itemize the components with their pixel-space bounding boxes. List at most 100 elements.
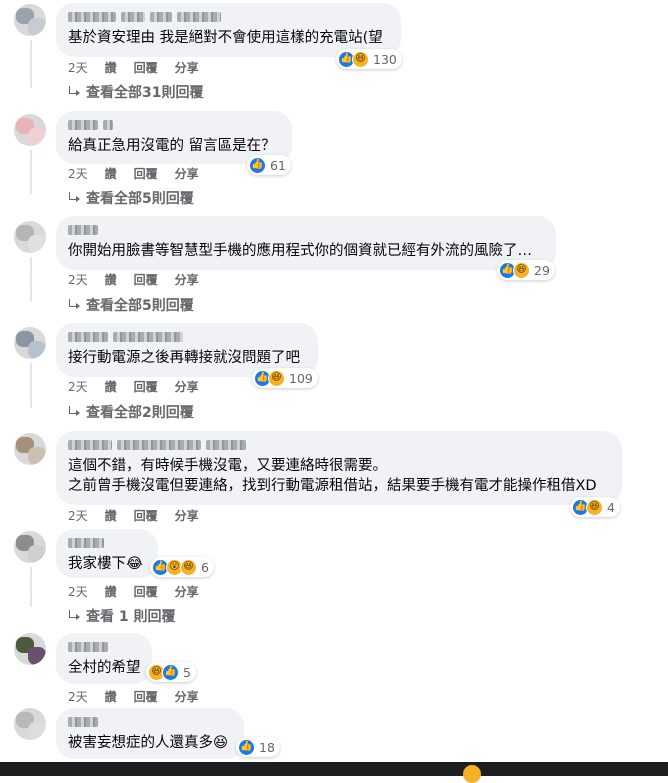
avatar[interactable]: [14, 114, 46, 146]
comment-bubble: 我家樓下😂: [56, 529, 158, 578]
author-name[interactable]: [68, 10, 389, 23]
reaction-emoji-icon[interactable]: [463, 765, 481, 783]
reply-button[interactable]: 回覆: [134, 378, 158, 395]
reaction-summary[interactable]: 👍 😆 130: [336, 49, 402, 69]
author-name[interactable]: [68, 223, 544, 236]
comment-text: 給真正急用沒電的 留言區是在？: [68, 138, 276, 154]
view-replies-link[interactable]: 查看 1 則回覆: [68, 606, 176, 626]
view-replies-link[interactable]: 查看全部2則回覆: [68, 402, 194, 422]
reply-arrow-icon: [68, 610, 80, 622]
like-button[interactable]: 讚: [105, 271, 117, 288]
comment-text: 之前曾手機沒電但要連絡，找到行動電源租借站，結果要手機有電才能操作租借XD: [68, 478, 597, 494]
view-replies-label: 查看全部5則回覆: [86, 298, 194, 314]
avatar[interactable]: [14, 531, 46, 563]
avatar[interactable]: [14, 708, 46, 740]
author-name[interactable]: [68, 330, 306, 343]
reply-arrow-icon: [68, 406, 80, 418]
thread-line: [30, 40, 32, 88]
author-name[interactable]: [68, 715, 232, 728]
reply-arrow-icon: [68, 299, 80, 311]
reaction-summary[interactable]: 👍 18: [236, 737, 280, 757]
reaction-count: 29: [534, 262, 550, 278]
share-button[interactable]: 分享: [175, 271, 199, 288]
like-icon: 👍: [238, 738, 255, 756]
reaction-count: 6: [201, 559, 209, 575]
author-name[interactable]: [68, 536, 146, 549]
comment-actions: 2天 讚 回覆 分享: [68, 688, 199, 705]
reply-button[interactable]: 回覆: [134, 688, 158, 705]
avatar[interactable]: [14, 433, 46, 465]
reaction-summary[interactable]: 👍 61: [247, 155, 291, 175]
reaction-summary[interactable]: 👍 😮 😆 6: [150, 557, 214, 577]
comment-time[interactable]: 2天: [68, 688, 88, 705]
reaction-count: 5: [183, 664, 191, 680]
avatar[interactable]: [14, 4, 46, 36]
reaction-count: 4: [607, 499, 615, 515]
view-replies-label: 查看 1 則回覆: [86, 609, 176, 625]
comment-text: 被害妄想症的人還真多😆: [68, 735, 229, 751]
comment-bubble: 被害妄想症的人還真多😆: [56, 708, 244, 759]
reply-button[interactable]: 回覆: [134, 583, 158, 600]
bottom-bar: [0, 762, 668, 783]
haha-icon: 😆: [352, 50, 369, 68]
like-button[interactable]: 讚: [105, 507, 117, 524]
view-replies-link[interactable]: 查看全部31則回覆: [68, 82, 203, 102]
like-button[interactable]: 讚: [105, 59, 117, 76]
author-name[interactable]: [68, 118, 280, 131]
reaction-count: 130: [373, 51, 397, 67]
comment-actions: 2天 讚 回覆 分享: [68, 583, 199, 600]
reply-button[interactable]: 回覆: [134, 271, 158, 288]
comment-time[interactable]: 2天: [68, 378, 88, 395]
reaction-summary[interactable]: 😆 👍 5: [146, 662, 196, 682]
reply-arrow-icon: [68, 86, 80, 98]
comment-actions: 2天 讚 回覆 分享: [68, 271, 199, 288]
reply-button[interactable]: 回覆: [134, 165, 158, 182]
like-button[interactable]: 讚: [105, 165, 117, 182]
reaction-summary[interactable]: 👍 😆 4: [570, 497, 620, 517]
comment-time[interactable]: 2天: [68, 583, 88, 600]
comment-actions: 2天 讚 回覆 分享: [68, 59, 199, 76]
comment-text: 我家樓下😂: [68, 554, 146, 574]
share-button[interactable]: 分享: [175, 165, 199, 182]
share-button[interactable]: 分享: [175, 507, 199, 524]
comment-actions: 2天 讚 回覆 分享: [68, 165, 199, 182]
comment-text: 這個不錯，有時候手機沒電，又要連絡時很需要。: [68, 458, 387, 474]
haha-icon: 😆: [513, 261, 530, 279]
reaction-count: 18: [259, 739, 275, 755]
comment-text: 基於資安理由 我是絕對不會使用這樣的充電站(望: [68, 30, 383, 46]
share-button[interactable]: 分享: [175, 688, 199, 705]
comment-actions: 2天 讚 回覆 分享: [68, 378, 199, 395]
avatar[interactable]: [14, 221, 46, 253]
haha-icon: 😆: [180, 558, 197, 576]
comment-text-content: 我家樓下😂: [68, 556, 143, 572]
comment-actions: 2天 讚 回覆 分享: [68, 507, 199, 524]
like-icon: 👍: [249, 156, 266, 174]
avatar[interactable]: [14, 327, 46, 359]
comment-time[interactable]: 2天: [68, 507, 88, 524]
share-button[interactable]: 分享: [175, 378, 199, 395]
reaction-count: 61: [270, 157, 286, 173]
author-name[interactable]: [68, 640, 140, 653]
reply-button[interactable]: 回覆: [134, 507, 158, 524]
like-button[interactable]: 讚: [105, 688, 117, 705]
comment-time[interactable]: 2天: [68, 165, 88, 182]
haha-icon: 😆: [268, 369, 285, 387]
reaction-summary[interactable]: 👍 😆 109: [252, 368, 318, 388]
comment-time[interactable]: 2天: [68, 59, 88, 76]
view-replies-label: 查看全部2則回覆: [86, 405, 194, 421]
reply-button[interactable]: 回覆: [134, 59, 158, 76]
view-replies-link[interactable]: 查看全部5則回覆: [68, 188, 194, 208]
reaction-count: 109: [289, 370, 313, 386]
like-button[interactable]: 讚: [105, 583, 117, 600]
comment-text: 全村的希望: [68, 660, 141, 676]
share-button[interactable]: 分享: [175, 583, 199, 600]
author-name[interactable]: [68, 438, 610, 451]
view-replies-label: 查看全部31則回覆: [86, 85, 204, 101]
like-button[interactable]: 讚: [105, 378, 117, 395]
share-button[interactable]: 分享: [175, 59, 199, 76]
view-replies-link[interactable]: 查看全部5則回覆: [68, 295, 194, 315]
reaction-summary[interactable]: 👍 😆 29: [497, 260, 555, 280]
comment-bubble: 你開始用臉書等智慧型手機的應用程式你的個資就已經有外流的風險了…: [56, 216, 556, 270]
avatar[interactable]: [14, 633, 46, 665]
comment-time[interactable]: 2天: [68, 271, 88, 288]
